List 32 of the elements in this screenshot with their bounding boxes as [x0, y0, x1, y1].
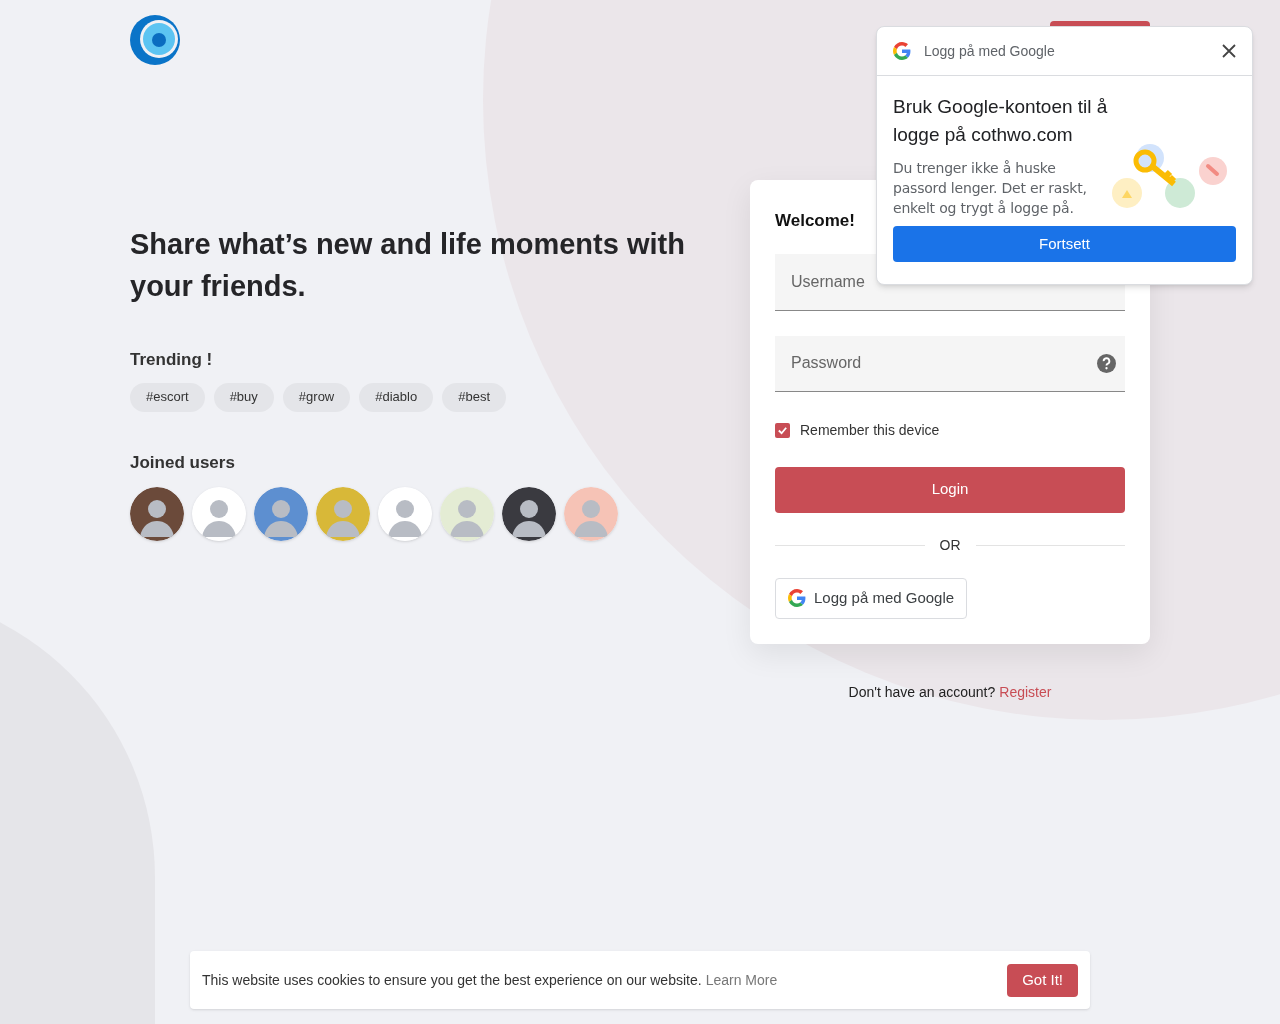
- popup-header: Logg på med Google: [924, 41, 1056, 61]
- headline: Share what’s new and life moments with your friends.: [130, 227, 686, 304]
- google-logo-icon: [893, 42, 911, 60]
- cookie-notice: This website uses cookies to ensure you get the best experience on our website.: [202, 970, 702, 990]
- tag-chip[interactable]: #buy: [213, 382, 274, 412]
- popup-title: Bruk Google-kontoen til å logge på cothwo.com: [893, 95, 1109, 147]
- register-link[interactable]: Register: [999, 681, 1052, 703]
- tag-chip[interactable]: #diablo: [359, 382, 434, 412]
- section-title: Trending !: [130, 349, 214, 371]
- tag-chip[interactable]: #best: [442, 382, 506, 412]
- learn-more-link[interactable]: Learn More: [705, 969, 778, 991]
- checkmark-icon: [777, 424, 788, 436]
- card-title: Welcome!: [775, 210, 855, 232]
- accept-button[interactable]: Got It!: [1007, 963, 1078, 997]
- login-button[interactable]: Login: [775, 466, 1125, 513]
- checkbox-label: Remember this device: [800, 420, 940, 440]
- google-logo-icon: [788, 589, 806, 607]
- help-icon[interactable]: [1097, 353, 1116, 373]
- password-field[interactable]: Password: [775, 335, 1125, 392]
- divider-label: OR: [939, 535, 961, 555]
- popup-text: Du trenger ikke å huske passord lenger. Det er raskt, enkelt og trygt å logge på.: [893, 159, 1088, 218]
- avatar[interactable]: [130, 487, 184, 541]
- close-icon[interactable]: [1222, 44, 1236, 58]
- logo-icon: [130, 15, 180, 65]
- tag-chip[interactable]: #grow: [282, 382, 351, 412]
- checkbox[interactable]: [775, 422, 790, 438]
- google-sign-in-button[interactable]: Logg på med Google: [775, 577, 968, 619]
- register-prompt: Don't have an account?: [848, 682, 996, 702]
- section-title: Joined users: [130, 451, 236, 474]
- avatar[interactable]: [502, 487, 556, 541]
- continue-button[interactable]: Fortsett: [893, 226, 1236, 262]
- tag-chip[interactable]: #escort: [130, 382, 205, 412]
